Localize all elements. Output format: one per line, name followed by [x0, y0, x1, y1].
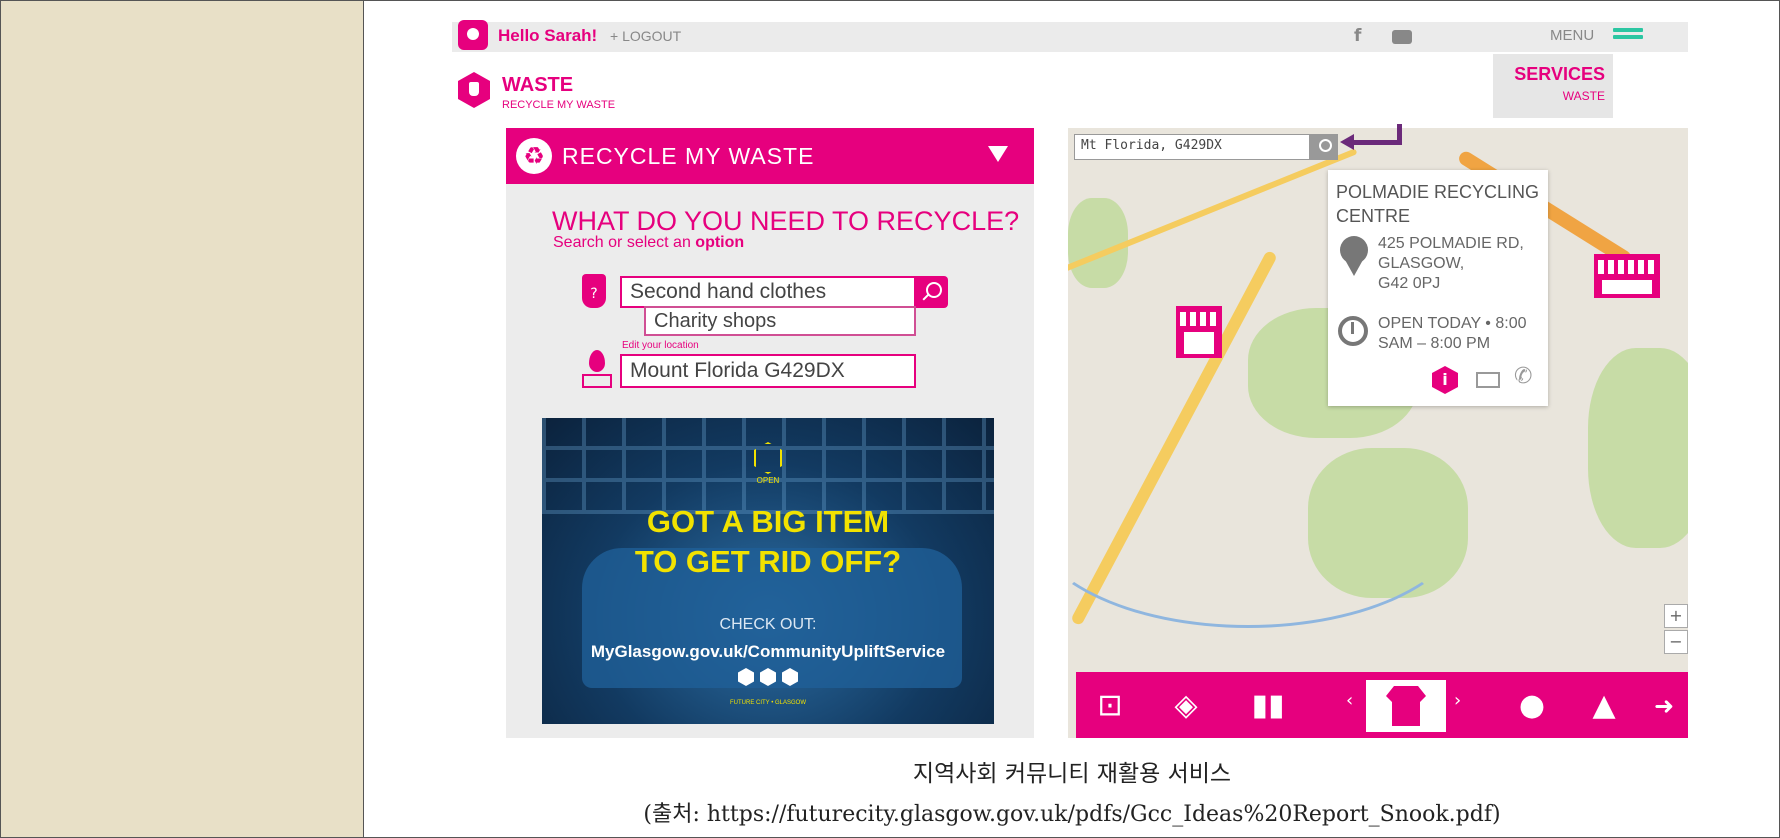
apple-icon[interactable]: ● — [1512, 686, 1552, 726]
washing-machine-icon[interactable]: ⊡ — [1090, 686, 1130, 726]
recycle-icon: ♻ — [516, 138, 552, 174]
recycle-hint: Search or select an option — [553, 234, 745, 251]
youtube-icon[interactable] — [1392, 30, 1412, 44]
map-park — [1588, 348, 1688, 548]
ad-check-out: CHECK OUT: — [719, 616, 817, 633]
uplift-service-ad[interactable]: OPEN GOT A BIG ITEM TO GET RID OFF? CHEC… — [542, 418, 994, 724]
flask-icon[interactable]: ▲ — [1584, 686, 1624, 726]
left-sidebar — [0, 0, 364, 838]
tshirt-icon[interactable] — [1366, 680, 1446, 732]
hamburger-menu-icon[interactable] — [1613, 28, 1643, 42]
services-breadcrumb[interactable]: SERVICES WASTE — [1493, 54, 1613, 118]
section-title: WASTE — [502, 74, 574, 96]
avatar-icon[interactable] — [458, 20, 488, 50]
annotation-arrow-icon — [1340, 124, 1406, 150]
bag-question-icon: ? — [582, 274, 606, 308]
search-button[interactable] — [914, 276, 948, 308]
zoom-in-button[interactable]: + — [1664, 604, 1688, 628]
twitter-icon[interactable] — [738, 668, 754, 686]
services-title: SERVICES — [1514, 64, 1605, 84]
figure-source: (출처: https://futurecity.glasgow.gov.uk/p… — [643, 802, 1501, 827]
popup-hours: OPEN TODAY • 8:00 SAM – 8:00 PM — [1378, 315, 1527, 352]
map-search-input[interactable]: Mt Florida, G429DX — [1074, 134, 1310, 160]
ad-badge: OPEN — [756, 476, 780, 485]
location-input[interactable]: Mount Florida G429DX — [620, 354, 916, 388]
popup-title: POLMADIE RECYCLING CENTRE — [1336, 182, 1540, 226]
dropdown-arrow-icon[interactable] — [988, 146, 1008, 162]
chevron-left-icon[interactable]: ‹ — [1346, 690, 1353, 711]
greeting: Hello Sarah! — [498, 26, 598, 45]
address-pin-icon — [1340, 236, 1368, 282]
ad-social-icons — [738, 668, 798, 690]
recycle-question: WHAT DO YOU NEED TO RECYCLE? — [552, 206, 1020, 236]
menu-label[interactable]: MENU — [1550, 27, 1594, 44]
phone-icon[interactable]: ✆ — [1514, 364, 1532, 389]
recycling-centre-marker-icon[interactable] — [1594, 254, 1660, 298]
location-pin-icon — [582, 350, 612, 388]
facebook-icon[interactable] — [760, 668, 776, 686]
ad-headline: GOT A BIG ITEM TO GET RID OFF? — [634, 504, 902, 579]
youtube-icon[interactable] — [782, 668, 798, 686]
chevron-right-icon[interactable]: › — [1454, 690, 1461, 711]
zoom-out-button[interactable]: − — [1664, 630, 1688, 654]
section-subtitle: RECYCLE MY WASTE — [502, 99, 616, 111]
suggestion-item[interactable]: Charity shops — [644, 306, 916, 336]
services-sub: WASTE — [1562, 89, 1605, 103]
map-search-button[interactable] — [1310, 134, 1338, 160]
ad-url[interactable]: MyGlasgow.gov.uk/CommunityUpliftService — [542, 642, 994, 662]
figure-caption: 지역사회 커뮤니티 재활용 서비스 — [912, 761, 1232, 787]
item-search-input[interactable]: Second hand clothes — [620, 276, 916, 308]
clock-icon — [1338, 316, 1368, 346]
mail-icon[interactable] — [1476, 372, 1500, 388]
shop-marker-icon[interactable] — [1176, 306, 1222, 358]
bottles-icon[interactable]: ▮▮ — [1248, 686, 1288, 726]
layers-icon[interactable]: ◈ — [1166, 686, 1206, 726]
logout-link[interactable]: + LOGOUT — [610, 28, 681, 44]
ad-footer: FUTURE CITY • GLASGOW — [730, 700, 806, 706]
arrow-right-icon[interactable]: ➜ — [1644, 686, 1684, 726]
facebook-icon[interactable]: f — [1354, 26, 1366, 46]
recycle-bar-label: RECYCLE MY WASTE — [562, 143, 815, 169]
popup-address: 425 POLMADIE RD, GLASGOW, G42 0PJ — [1378, 235, 1524, 292]
edit-location-label: Edit your location — [622, 340, 699, 351]
